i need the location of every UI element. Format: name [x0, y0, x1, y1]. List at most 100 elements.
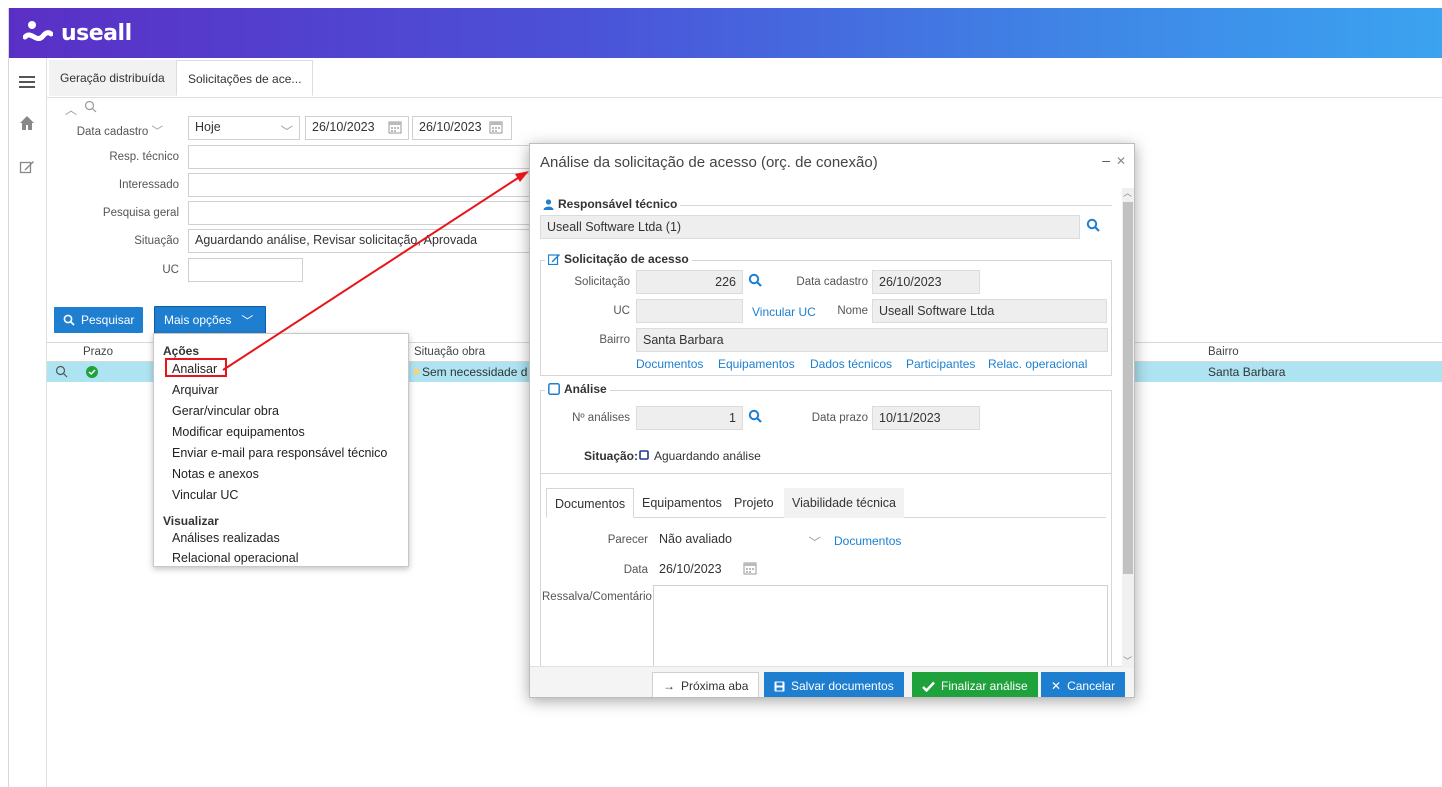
status-dot [414, 369, 419, 374]
sidebar [9, 58, 47, 787]
data-value: 26/10/2023 [659, 562, 722, 576]
interessado-label: Interessado [118, 179, 179, 191]
check-icon [922, 681, 935, 692]
tab-bar: Geração distribuída Solicitações de ace.… [47, 58, 1442, 98]
documentos-link[interactable]: Documentos [636, 357, 703, 371]
finalizar-analise-button[interactable]: Finalizar análise [912, 672, 1038, 697]
nome-value: Useall Software Ltda [879, 304, 995, 318]
data-cadastro-label[interactable]: Data cadastro ﹀ [9, 123, 163, 139]
calendar-icon[interactable] [489, 120, 503, 134]
data-prazo-field: 10/11/2023 [872, 406, 980, 430]
menu-item-analises-realizadas[interactable]: Análises realizadas [172, 531, 280, 545]
dialog-scrollbar-thumb[interactable] [1123, 202, 1133, 574]
solicitacao-label: Solicitação [574, 276, 630, 288]
menu-item-enviar-email[interactable]: Enviar e-mail para responsável técnico [172, 446, 387, 460]
checkbox-icon [548, 383, 560, 395]
n-analises-label: Nº análises [572, 412, 630, 424]
ressalva-textarea[interactable] [653, 585, 1108, 675]
proxima-aba-label: Próxima aba [681, 679, 749, 693]
equipamentos-link[interactable]: Equipamentos [718, 357, 795, 371]
dialog-title: Análise da solicitação de acesso (orç. d… [540, 154, 878, 171]
search-icon[interactable] [748, 409, 762, 423]
brand-name: useall [61, 20, 132, 46]
menu-item-notas-anexos[interactable]: Notas e anexos [172, 467, 259, 481]
bairro-field: Santa Barbara [636, 328, 1108, 352]
mais-opcoes-button[interactable]: Mais opções ﹀ [154, 306, 266, 334]
scroll-down-icon[interactable]: ﹀ [1123, 654, 1132, 667]
participantes-link[interactable]: Participantes [906, 357, 975, 371]
user-icon [543, 198, 554, 210]
salvar-documentos-button[interactable]: Salvar documentos [764, 672, 904, 697]
finalizar-analise-label: Finalizar análise [941, 679, 1028, 693]
search-icon[interactable] [55, 365, 68, 378]
nome-label: Nome [837, 305, 868, 317]
periodo-value: Hoje [195, 120, 221, 134]
tab-solicitacoes[interactable]: Solicitações de ace... [176, 60, 314, 96]
uc-input[interactable] [188, 258, 303, 282]
menu-item-vincular-uc[interactable]: Vincular UC [172, 488, 238, 502]
calendar-icon[interactable] [743, 561, 757, 575]
parecer-select[interactable]: Não avaliado ﹀ [653, 528, 823, 552]
responsavel-tecnico-field[interactable]: Useall Software Ltda (1) [540, 215, 1080, 239]
cancelar-label: Cancelar [1067, 679, 1116, 693]
proxima-aba-button[interactable]: → Próxima aba [652, 672, 760, 697]
menu-item-analisar[interactable]: Analisar [172, 362, 217, 376]
chevron-down-icon: ﹀ [808, 536, 821, 550]
menu-item-modificar-equipamentos[interactable]: Modificar equipamentos [172, 425, 305, 439]
arrow-right-icon: → [663, 679, 675, 693]
cancelar-button[interactable]: ✕ Cancelar [1041, 672, 1126, 697]
situacao-select[interactable]: Aguardando análise, Revisar solicitação,… [188, 229, 533, 253]
search-icon [63, 314, 75, 326]
calendar-icon[interactable] [388, 120, 402, 134]
brand-logo: useall [23, 20, 132, 46]
pesquisa-geral-input[interactable] [188, 201, 533, 225]
edit-icon[interactable] [16, 156, 38, 178]
salvar-documentos-label: Salvar documentos [791, 679, 894, 693]
nome-field: Useall Software Ltda [872, 299, 1107, 323]
ressalva-label: Ressalva/Comentário [542, 591, 652, 603]
relac-operacional-link[interactable]: Relac. operacional [988, 357, 1087, 371]
tab-viabilidade-tecnica[interactable]: Viabilidade técnica [784, 488, 905, 518]
close-icon[interactable]: ✕ [1116, 154, 1126, 168]
header-situacao-obra[interactable]: Situação obra [414, 346, 485, 358]
uc-label: UC [162, 264, 179, 276]
pesquisar-button[interactable]: Pesquisar [54, 307, 144, 333]
search-icon[interactable] [748, 273, 762, 287]
periodo-select[interactable]: Hoje ﹀ [188, 116, 300, 140]
situacao-label: Situação [134, 235, 179, 247]
chevron-down-icon: ﹀ [280, 125, 293, 139]
analise-legend: Análise [545, 382, 610, 396]
solicitacao-legend: Solicitação de acesso [545, 252, 692, 266]
tab-documentos[interactable]: Documentos [546, 488, 635, 518]
tab-label: Geração distribuída [60, 71, 165, 85]
tab-projeto[interactable]: Projeto [726, 488, 782, 518]
vincular-uc-link[interactable]: Vincular UC [752, 305, 816, 319]
header-prazo[interactable]: Prazo [83, 346, 113, 358]
n-analises-value: 1 [729, 411, 736, 425]
interessado-input[interactable] [188, 173, 533, 197]
pesquisar-label: Pesquisar [81, 313, 135, 327]
dados-tecnicos-link[interactable]: Dados técnicos [810, 357, 892, 371]
parecer-documentos-link[interactable]: Documentos [834, 534, 901, 548]
menu-icon[interactable] [16, 71, 38, 93]
data-cadastro-field: 26/10/2023 [872, 270, 980, 294]
menu-item-gerar-vincular-obra[interactable]: Gerar/vincular obra [172, 404, 279, 418]
tab-equipamentos[interactable]: Equipamentos [634, 488, 730, 518]
scroll-up-icon[interactable]: ︿ [1123, 186, 1132, 199]
mais-opcoes-label: Mais opções [164, 313, 232, 327]
menu-header-visualizar: Visualizar [163, 514, 219, 528]
search-toggle-icon[interactable] [84, 100, 97, 113]
row-bairro: Santa Barbara [1208, 365, 1286, 379]
collapse-chevron-icon[interactable]: ︿ [65, 101, 77, 118]
minimize-icon[interactable]: – [1102, 152, 1110, 168]
menu-item-arquivar[interactable]: Arquivar [172, 383, 219, 397]
useall-logo-icon [23, 21, 53, 41]
pesquisa-geral-label: Pesquisa geral [102, 207, 179, 219]
bairro-label: Bairro [599, 334, 630, 346]
search-icon[interactable] [1086, 218, 1100, 232]
menu-item-relacional-operacional[interactable]: Relacional operacional [172, 551, 298, 565]
resp-tecnico-input[interactable] [188, 145, 533, 169]
header-bairro[interactable]: Bairro [1208, 346, 1239, 358]
tab-geracao-distribuida[interactable]: Geração distribuída [49, 60, 176, 96]
data-label: Data [623, 564, 648, 576]
